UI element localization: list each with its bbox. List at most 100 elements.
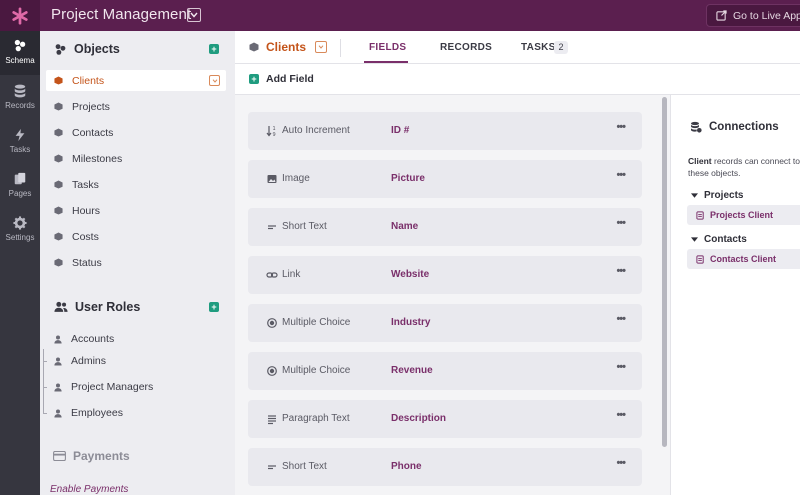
object-item-hours[interactable]: Hours — [46, 200, 226, 221]
users-icon — [54, 301, 68, 312]
user-icon — [54, 409, 62, 417]
field-row[interactable]: Short Text Phone ••• — [248, 448, 642, 486]
cube-icon — [54, 232, 63, 241]
field-more-button[interactable]: ••• — [616, 361, 626, 373]
field-row[interactable]: Image Picture ••• — [248, 160, 642, 198]
fields-list: 19 Auto Increment ID # ••• Image Picture… — [235, 95, 660, 495]
field-more-button[interactable]: ••• — [616, 121, 626, 133]
add-field-bar: + Add Field — [235, 64, 800, 95]
user-role-accounts[interactable]: Accounts — [46, 329, 114, 349]
user-role-label: Employees — [71, 407, 123, 419]
field-row[interactable]: Short Text Name ••• — [248, 208, 642, 246]
add-object-button[interactable]: + — [209, 44, 219, 54]
app-title: Project Management — [51, 6, 192, 23]
nav-schema[interactable]: Schema — [0, 31, 40, 75]
user-role-admins[interactable]: Admins — [46, 351, 106, 371]
payments-header: Payments — [53, 449, 130, 463]
object-item-label: Tasks — [72, 178, 99, 191]
nav-schema-label: Schema — [5, 56, 35, 65]
object-item-costs[interactable]: Costs — [46, 226, 226, 247]
chevron-down-icon — [190, 12, 198, 18]
connections-title: Connections — [709, 121, 779, 133]
schema-icon — [14, 39, 26, 52]
field-name[interactable]: Phone — [391, 461, 422, 472]
field-more-button[interactable]: ••• — [616, 169, 626, 181]
object-title: Clients — [249, 40, 328, 54]
radio-icon — [267, 366, 277, 376]
go-to-live-app-button[interactable]: Go to Live App — [706, 4, 800, 27]
field-name[interactable]: Industry — [391, 317, 430, 328]
external-link-icon — [716, 10, 727, 21]
object-options-dropdown[interactable] — [209, 75, 220, 86]
app-switcher-dropdown[interactable] — [187, 8, 201, 22]
header-divider — [340, 39, 341, 57]
object-item-tasks[interactable]: Tasks — [46, 174, 226, 195]
connections-icon — [691, 121, 702, 133]
object-title-dropdown[interactable] — [315, 41, 328, 53]
enable-payments-link[interactable]: Enable Payments — [50, 484, 128, 495]
plus-icon: + — [249, 74, 259, 84]
connection-field-icon — [696, 210, 704, 220]
sort-numeric-icon: 19 — [266, 126, 276, 137]
tab-tasks[interactable]: TASKS — [521, 42, 556, 53]
field-row[interactable]: Multiple Choice Industry ••• — [248, 304, 642, 342]
chevron-down-icon — [318, 45, 324, 49]
field-row[interactable]: 19 Auto Increment ID # ••• — [248, 112, 642, 150]
field-more-button[interactable]: ••• — [616, 217, 626, 229]
object-item-milestones[interactable]: Milestones — [46, 148, 226, 169]
tab-fields[interactable]: FIELDS — [369, 42, 406, 53]
object-item-label: Hours — [72, 204, 101, 217]
fields-scrollbar[interactable] — [662, 97, 667, 447]
field-more-button[interactable]: ••• — [616, 457, 626, 469]
object-item-label: Milestones — [72, 152, 123, 165]
field-name[interactable]: Name — [391, 221, 418, 232]
object-item-status[interactable]: Status — [46, 252, 226, 273]
field-name[interactable]: ID # — [391, 125, 409, 136]
object-item-label: Contacts — [72, 126, 114, 139]
field-row[interactable]: Paragraph Text Description ••• — [248, 400, 642, 438]
top-bar: Project Management Go to Live App — [0, 0, 800, 31]
cube-icon — [54, 76, 63, 85]
field-row[interactable]: Link Website ••• — [248, 256, 642, 294]
active-tab-indicator — [364, 61, 408, 63]
add-user-role-button[interactable]: + — [209, 302, 219, 312]
object-item-label: Projects — [72, 100, 110, 113]
user-role-label: Project Managers — [71, 381, 154, 393]
user-role-project-managers[interactable]: Project Managers — [46, 377, 153, 397]
pages-icon — [14, 172, 26, 185]
field-name[interactable]: Revenue — [391, 365, 433, 376]
tab-records[interactable]: RECORDS — [440, 42, 492, 53]
field-row[interactable]: Multiple Choice Revenue ••• — [248, 352, 642, 390]
connection-group-projects[interactable]: Projects — [691, 190, 743, 201]
radio-icon — [267, 318, 277, 328]
object-title-label: Clients — [266, 40, 307, 54]
field-more-button[interactable]: ••• — [616, 409, 626, 421]
short-text-icon — [268, 465, 276, 470]
field-name[interactable]: Website — [391, 269, 429, 280]
user-role-employees[interactable]: Employees — [46, 403, 123, 423]
nav-tasks[interactable]: Tasks — [0, 128, 40, 154]
user-icon — [54, 383, 62, 391]
connections-panel: Connections Client records can connect t… — [670, 95, 800, 495]
connection-group-contacts[interactable]: Contacts — [691, 234, 747, 245]
nav-pages[interactable]: Pages — [0, 172, 40, 198]
field-name[interactable]: Description — [391, 413, 446, 424]
app-logo[interactable] — [0, 0, 40, 31]
field-type: Multiple Choice — [282, 365, 351, 376]
user-icon — [54, 357, 62, 365]
link-icon — [266, 272, 278, 278]
object-item-clients[interactable]: Clients — [46, 70, 226, 91]
cube-icon — [54, 102, 63, 111]
object-item-projects[interactable]: Projects — [46, 96, 226, 117]
field-name[interactable]: Picture — [391, 173, 425, 184]
connection-link-contacts-client[interactable]: Contacts Client — [687, 249, 800, 269]
object-item-label: Costs — [72, 230, 99, 243]
connection-link-label: Projects Client — [710, 210, 774, 220]
field-more-button[interactable]: ••• — [616, 265, 626, 277]
nav-records[interactable]: Records — [0, 84, 40, 110]
add-field-button[interactable]: + Add Field — [249, 73, 314, 85]
object-item-contacts[interactable]: Contacts — [46, 122, 226, 143]
connection-link-projects-client[interactable]: Projects Client — [687, 205, 800, 225]
nav-settings[interactable]: Settings — [0, 216, 40, 242]
field-more-button[interactable]: ••• — [616, 313, 626, 325]
